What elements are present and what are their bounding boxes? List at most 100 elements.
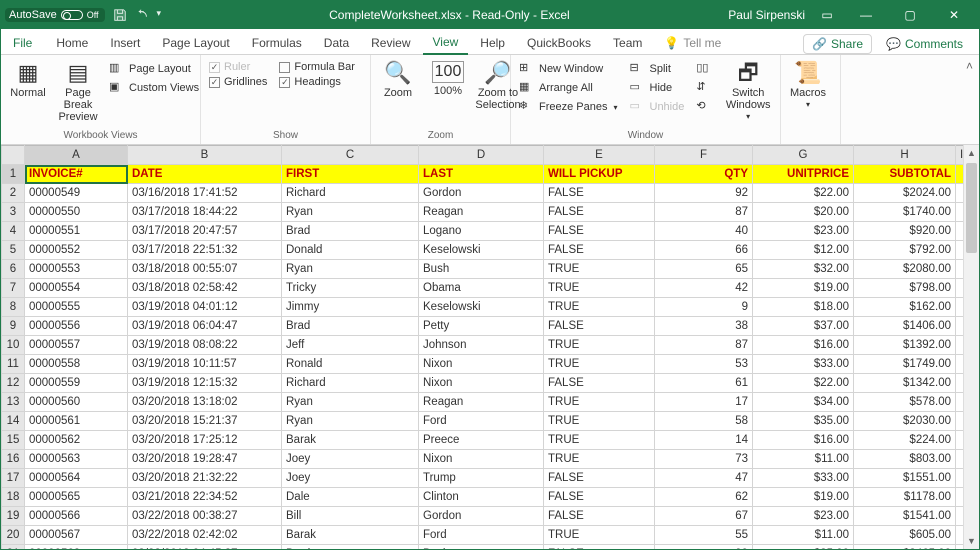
data-row[interactable]: 60000055303/18/2018 00:55:07RyanBushTRUE…	[2, 260, 968, 279]
cell[interactable]: 03/16/2018 17:41:52	[128, 184, 282, 203]
cell[interactable]: 00000551	[25, 222, 128, 241]
spreadsheet[interactable]: ABCDEFGHI 1INVOICE#DATEFIRSTLASTWILL PIC…	[1, 145, 968, 549]
cell[interactable]: $2030.00	[854, 412, 956, 431]
cell[interactable]: Bush	[419, 260, 544, 279]
cell[interactable]: Tricky	[282, 279, 419, 298]
comments-button[interactable]: 💬 Comments	[878, 35, 971, 53]
cell[interactable]: 00000552	[25, 241, 128, 260]
cell[interactable]: 38	[655, 317, 753, 336]
row-header[interactable]: 11	[2, 355, 25, 374]
cell[interactable]: $18.00	[753, 298, 854, 317]
freeze-panes-button[interactable]: ❄Freeze Panes▾	[519, 99, 618, 115]
chevron-down-icon[interactable]: ▾	[157, 8, 171, 22]
col-header-H[interactable]: H	[854, 146, 956, 165]
cell[interactable]: $20.00	[753, 203, 854, 222]
cell[interactable]: $578.00	[854, 393, 956, 412]
cell[interactable]: 65	[655, 260, 753, 279]
cell[interactable]: Jimmy	[282, 298, 419, 317]
cell[interactable]: $224.00	[854, 431, 956, 450]
cell[interactable]: TRUE	[544, 279, 655, 298]
row-header[interactable]: 19	[2, 507, 25, 526]
row-header[interactable]: 4	[2, 222, 25, 241]
cell[interactable]: $1749.00	[854, 355, 956, 374]
cell[interactable]: FALSE	[544, 488, 655, 507]
cell[interactable]: $920.00	[854, 222, 956, 241]
data-row[interactable]: 70000055403/18/2018 02:58:42TrickyObamaT…	[2, 279, 968, 298]
cell[interactable]: $22.00	[753, 374, 854, 393]
cell[interactable]: Ryan	[282, 260, 419, 279]
data-row[interactable]: 130000056003/20/2018 13:18:02RyanReaganT…	[2, 393, 968, 412]
col-header-A[interactable]: A	[25, 146, 128, 165]
cell[interactable]: 42	[655, 279, 753, 298]
cell[interactable]: 14	[655, 431, 753, 450]
cell[interactable]: 92	[655, 184, 753, 203]
data-row[interactable]: 150000056203/20/2018 17:25:12BarakPreece…	[2, 431, 968, 450]
cell[interactable]: 00000555	[25, 298, 128, 317]
cell[interactable]: $16.00	[753, 431, 854, 450]
data-row[interactable]: 140000056103/20/2018 15:21:37RyanFordTRU…	[2, 412, 968, 431]
cell[interactable]: 00000568	[25, 545, 128, 550]
cell[interactable]: Brad	[282, 545, 419, 550]
cell[interactable]: $792.00	[854, 241, 956, 260]
row-header[interactable]: 9	[2, 317, 25, 336]
cell[interactable]: Reagan	[419, 393, 544, 412]
row-header[interactable]: 1	[2, 165, 25, 184]
collapse-ribbon-icon[interactable]: ˄	[966, 59, 973, 73]
cell[interactable]: $35.00	[753, 545, 854, 550]
cell[interactable]: Ryan	[282, 393, 419, 412]
new-window-button[interactable]: ⊞New Window	[519, 61, 618, 77]
split-button[interactable]: ⊟Split	[630, 61, 685, 77]
cell[interactable]: $16.00	[753, 336, 854, 355]
switch-windows-button[interactable]: 🗗Switch Windows▾	[718, 57, 778, 122]
cell[interactable]: Jeff	[282, 336, 419, 355]
cell[interactable]: $11.00	[753, 526, 854, 545]
cell[interactable]: Petty	[419, 317, 544, 336]
cell[interactable]: $2080.00	[854, 260, 956, 279]
tab-formulas[interactable]: Formulas	[242, 32, 312, 54]
cell[interactable]: 03/20/2018 17:25:12	[128, 431, 282, 450]
cell[interactable]: Ryan	[282, 412, 419, 431]
cell[interactable]: 58	[655, 412, 753, 431]
cell[interactable]: Barak	[282, 526, 419, 545]
cell[interactable]: 00000550	[25, 203, 128, 222]
row-header[interactable]: 2	[2, 184, 25, 203]
col-header-E[interactable]: E	[544, 146, 655, 165]
cell[interactable]: $19.00	[753, 488, 854, 507]
cell[interactable]: $23.00	[753, 222, 854, 241]
select-all-cell[interactable]	[2, 146, 25, 165]
cell[interactable]: 03/19/2018 12:15:32	[128, 374, 282, 393]
tab-insert[interactable]: Insert	[100, 32, 150, 54]
cell[interactable]: 03/17/2018 20:47:57	[128, 222, 282, 241]
cell[interactable]: TRUE	[544, 336, 655, 355]
row-header[interactable]: 6	[2, 260, 25, 279]
data-row[interactable]: 110000055803/19/2018 10:11:57RonaldNixon…	[2, 355, 968, 374]
cell[interactable]: TRUE	[544, 260, 655, 279]
cell[interactable]: TRUE	[544, 431, 655, 450]
cell[interactable]: 00000567	[25, 526, 128, 545]
data-row[interactable]: 100000055703/19/2018 08:08:22JeffJohnson…	[2, 336, 968, 355]
row-header[interactable]: 16	[2, 450, 25, 469]
col-header-F[interactable]: F	[655, 146, 753, 165]
minimize-button[interactable]: —	[849, 1, 883, 29]
cell[interactable]: $1740.00	[854, 203, 956, 222]
cell[interactable]: Logano	[419, 222, 544, 241]
data-row[interactable]: 90000055603/19/2018 06:04:47BradPettyFAL…	[2, 317, 968, 336]
row-header[interactable]: 17	[2, 469, 25, 488]
scroll-thumb[interactable]	[966, 163, 977, 253]
cell[interactable]: $1178.00	[854, 488, 956, 507]
cell[interactable]: Clinton	[419, 488, 544, 507]
tab-file[interactable]: File	[9, 32, 44, 54]
cell[interactable]: TRUE	[544, 355, 655, 374]
cell[interactable]: 66	[655, 241, 753, 260]
page-break-button[interactable]: ▤ Page Break Preview	[53, 57, 103, 123]
cell[interactable]: $37.00	[753, 317, 854, 336]
col-header-G[interactable]: G	[753, 146, 854, 165]
cell[interactable]: $1342.00	[854, 374, 956, 393]
cell[interactable]: 00000554	[25, 279, 128, 298]
cell[interactable]: 9	[655, 298, 753, 317]
undo-icon[interactable]	[135, 8, 149, 22]
cell[interactable]: Reagan	[419, 203, 544, 222]
ribbon-options-icon[interactable]: ▭	[815, 8, 839, 22]
cell[interactable]: DATE	[128, 165, 282, 184]
cell[interactable]: $33.00	[753, 355, 854, 374]
